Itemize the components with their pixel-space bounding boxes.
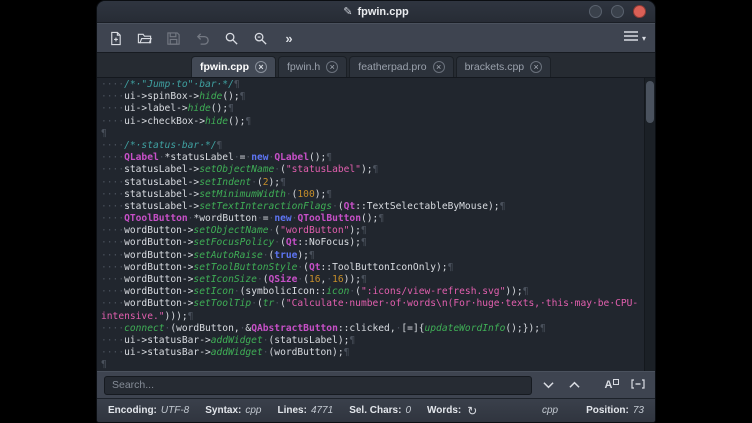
search-replace-button[interactable] xyxy=(251,29,269,47)
undo-icon xyxy=(195,31,210,46)
status-item-value: cpp xyxy=(245,405,261,416)
vertical-scrollbar[interactable] xyxy=(644,78,655,371)
toolbar-overflow-button[interactable]: » xyxy=(280,29,298,47)
match-case-icon: A xyxy=(605,380,613,391)
search-bar: A xyxy=(97,371,655,398)
status-item: Encoding: UTF-8 xyxy=(108,405,189,416)
code-line: ····ui->label->hide();¶ xyxy=(101,103,642,115)
code-line: ····wordButton->setObjectName·("wordButt… xyxy=(101,225,642,237)
tab-close-icon[interactable]: × xyxy=(433,61,445,73)
search-icon xyxy=(224,31,239,46)
tab-label: brackets.cpp xyxy=(465,61,525,73)
tab-close-icon[interactable]: × xyxy=(326,61,338,73)
tab-bar: fpwin.cpp×fpwin.h×featherpad.pro×bracket… xyxy=(97,53,655,78)
code-line: ····/*·"Jump·to"·bar·*/¶ xyxy=(101,79,642,91)
code-line: ····wordButton->setToolButtonStyle·(Qt::… xyxy=(101,262,642,274)
search-next-button[interactable] xyxy=(538,376,558,395)
tab-brackets.cpp[interactable]: brackets.cpp × xyxy=(456,56,552,77)
code-line: intensive.")));¶ xyxy=(101,311,642,323)
close-button[interactable] xyxy=(633,5,646,18)
status-item: Sel. Chars: 0 xyxy=(349,405,411,416)
search-replace-icon xyxy=(253,31,268,46)
desktop-background: ✎ fpwin.cpp xyxy=(0,0,752,423)
status-item-value: 0 xyxy=(405,405,411,416)
tab-fpwin.h[interactable]: fpwin.h × xyxy=(278,56,347,77)
tab-fpwin.cpp[interactable]: fpwin.cpp × xyxy=(191,56,276,77)
status-item-label: Sel. Chars: xyxy=(349,405,401,416)
code-line: ····wordButton->setIcon·(symbolicIcon::i… xyxy=(101,286,642,298)
featherpad-window: ✎ fpwin.cpp xyxy=(96,0,656,423)
status-bar: Encoding: UTF-8 Syntax: cpp Lines: 4771 Sel. C… xyxy=(97,398,655,422)
status-item-label: Syntax: xyxy=(205,405,241,416)
whole-word-icon xyxy=(631,376,645,394)
code-line: ¶ xyxy=(101,128,642,140)
titlebar[interactable]: ✎ fpwin.cpp xyxy=(97,1,655,23)
code-line: ····ui->spinBox->hide();¶ xyxy=(101,91,642,103)
whole-word-button[interactable] xyxy=(628,376,648,395)
window-title: fpwin.cpp xyxy=(357,6,408,18)
search-input[interactable] xyxy=(104,376,532,395)
tab-close-icon[interactable]: × xyxy=(530,61,542,73)
code-line: ····QToolButton·*wordButton·=·new·QToolB… xyxy=(101,213,642,225)
save-button[interactable] xyxy=(164,29,182,47)
code-line: ····statusLabel->setObjectName·("statusL… xyxy=(101,164,642,176)
tab-featherpad.pro[interactable]: featherpad.pro × xyxy=(349,56,453,77)
scrollbar-thumb[interactable] xyxy=(646,81,654,123)
code-line: ¶ xyxy=(101,359,642,371)
edit-document-icon: ✎ xyxy=(343,5,352,18)
menu-button[interactable]: ▾ xyxy=(623,29,646,47)
maximize-button[interactable] xyxy=(611,5,624,18)
code-line: ····/*·status·bar·*/¶ xyxy=(101,140,642,152)
status-item: Words: ↻ xyxy=(427,405,477,417)
double-chevron-right-icon: » xyxy=(285,31,292,46)
status-position: Position: 73 xyxy=(586,405,644,416)
code-line: ····connect·(wordButton,·&QAbstractButto… xyxy=(101,323,642,335)
code-line: ····wordButton->setFocusPolicy·(Qt::NoFo… xyxy=(101,237,642,249)
status-item-label: Encoding: xyxy=(108,405,157,416)
code-line: ····wordButton->setAutoRaise·(true);¶ xyxy=(101,250,642,262)
code-line: ····statusLabel->setMinimumWidth·(100);¶ xyxy=(101,189,642,201)
open-folder-icon xyxy=(137,31,152,46)
new-document-button[interactable] xyxy=(106,29,124,47)
tab-label: fpwin.h xyxy=(287,61,320,73)
menu-dropdown-arrow-icon: ▾ xyxy=(642,34,646,43)
match-case-button[interactable]: A xyxy=(602,376,622,395)
chevron-up-icon xyxy=(569,376,580,394)
hamburger-menu-icon xyxy=(623,29,639,47)
status-item: Syntax: cpp xyxy=(205,405,261,416)
status-item-label: Lines: xyxy=(277,405,306,416)
toolbar: » ▾ xyxy=(97,23,655,53)
code-line: ····QLabel·*statusLabel·=·new·QLabel();¶ xyxy=(101,152,642,164)
tab-close-icon[interactable]: × xyxy=(255,61,267,73)
status-syntax-indicator: cpp xyxy=(542,405,558,416)
code-line: ····statusLabel->setTextInteractionFlags… xyxy=(101,201,642,213)
code-line: ····ui->statusBar->addWidget·(wordButton… xyxy=(101,347,642,359)
status-item: Lines: 4771 xyxy=(277,405,333,416)
status-item-value: 4771 xyxy=(311,405,333,416)
code-line: ····wordButton->setToolTip·(tr·("Calcula… xyxy=(101,298,642,310)
status-item-value: UTF-8 xyxy=(161,405,189,416)
undo-button[interactable] xyxy=(193,29,211,47)
code-text-area[interactable]: ····/*·"Jump·to"·bar·*/¶····ui->spinBox-… xyxy=(97,78,644,371)
code-editor[interactable]: ····/*·"Jump·to"·bar·*/¶····ui->spinBox-… xyxy=(97,78,655,371)
refresh-words-button[interactable]: ↻ xyxy=(467,405,477,417)
save-icon xyxy=(166,31,181,46)
chevron-down-icon xyxy=(543,376,554,394)
minimize-button[interactable] xyxy=(589,5,602,18)
search-previous-button[interactable] xyxy=(564,376,584,395)
code-line: ····ui->checkBox->hide();¶ xyxy=(101,116,642,128)
status-item-label: Words: xyxy=(427,405,461,416)
new-document-icon xyxy=(108,31,123,46)
open-folder-button[interactable] xyxy=(135,29,153,47)
tab-label: featherpad.pro xyxy=(358,61,426,73)
code-line: ····statusLabel->setIndent·(2);¶ xyxy=(101,177,642,189)
code-line: ····ui->statusBar->addWidget·(statusLabe… xyxy=(101,335,642,347)
tab-label: fpwin.cpp xyxy=(200,61,249,73)
code-line: ····wordButton->setIconSize·(QSize·(16,·… xyxy=(101,274,642,286)
search-button[interactable] xyxy=(222,29,240,47)
